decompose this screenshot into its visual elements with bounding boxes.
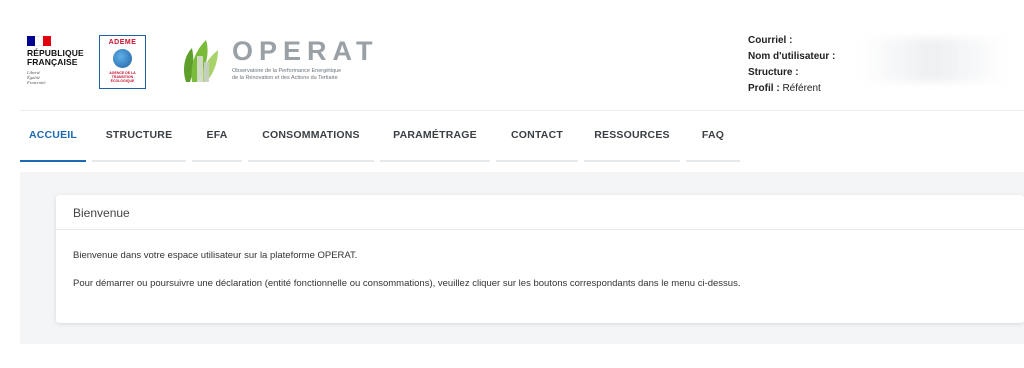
welcome-text: Bienvenue dans votre espace utilisateur …: [73, 250, 358, 261]
devise: Liberté Égalité Fraternité: [27, 70, 46, 85]
card-title: Bienvenue: [73, 206, 130, 220]
republique-francaise-logo[interactable]: RÉPUBLIQUE FRANÇAISE Liberté Égalité Fra…: [27, 36, 89, 85]
nav-item-ressources[interactable]: RESSOURCES: [584, 110, 680, 162]
nom-utilisateur-label: Nom d'utilisateur :: [748, 51, 836, 62]
nav-item-consommations[interactable]: CONSOMMATIONS: [248, 110, 374, 162]
user-info: Courriel : Nom d'utilisateur : Structure…: [748, 33, 835, 97]
nav-item-contact[interactable]: CONTACT: [496, 110, 578, 162]
nav-item-faq[interactable]: FAQ: [686, 110, 740, 162]
ademe-logo[interactable]: ADEME AGENCE DE LA TRANSITION ÉCOLOGIQUE: [99, 35, 146, 89]
courriel-label: Courriel :: [748, 35, 793, 46]
card-divider: [56, 229, 1024, 230]
welcome-card: Bienvenue Bienvenue dans votre espace ut…: [56, 195, 1024, 323]
ademe-subtitle: AGENCE DE LA TRANSITION ÉCOLOGIQUE: [109, 71, 136, 83]
redacted-user-details: [858, 38, 1008, 82]
nav-item-structure[interactable]: STRUCTURE: [92, 110, 186, 162]
ademe-title: ADEME: [108, 39, 137, 46]
profil-label: Profil :: [748, 83, 780, 94]
nav-item-efa[interactable]: EFA: [192, 110, 242, 162]
site-header: RÉPUBLIQUE FRANÇAISE Liberté Égalité Fra…: [0, 0, 1024, 110]
globe-icon: [113, 49, 132, 68]
profil-value: Référent: [782, 83, 821, 94]
nav-item-parametrage[interactable]: PARAMÉTRAGE: [380, 110, 490, 162]
operat-leaf-icon[interactable]: [180, 34, 220, 84]
french-flag-icon: [27, 36, 51, 46]
main-nav: ACCUEIL STRUCTURE EFA CONSOMMATIONS PARA…: [0, 110, 1024, 162]
instruction-text: Pour démarrer ou poursuivre une déclarat…: [73, 278, 741, 289]
republique-line2: FRANÇAISE: [27, 57, 78, 67]
nav-item-accueil[interactable]: ACCUEIL: [20, 110, 86, 162]
structure-label: Structure :: [748, 67, 799, 78]
operat-subtitle: Observatoire de la Performance Energétiq…: [232, 68, 342, 81]
operat-title: OPERAT: [232, 36, 379, 66]
